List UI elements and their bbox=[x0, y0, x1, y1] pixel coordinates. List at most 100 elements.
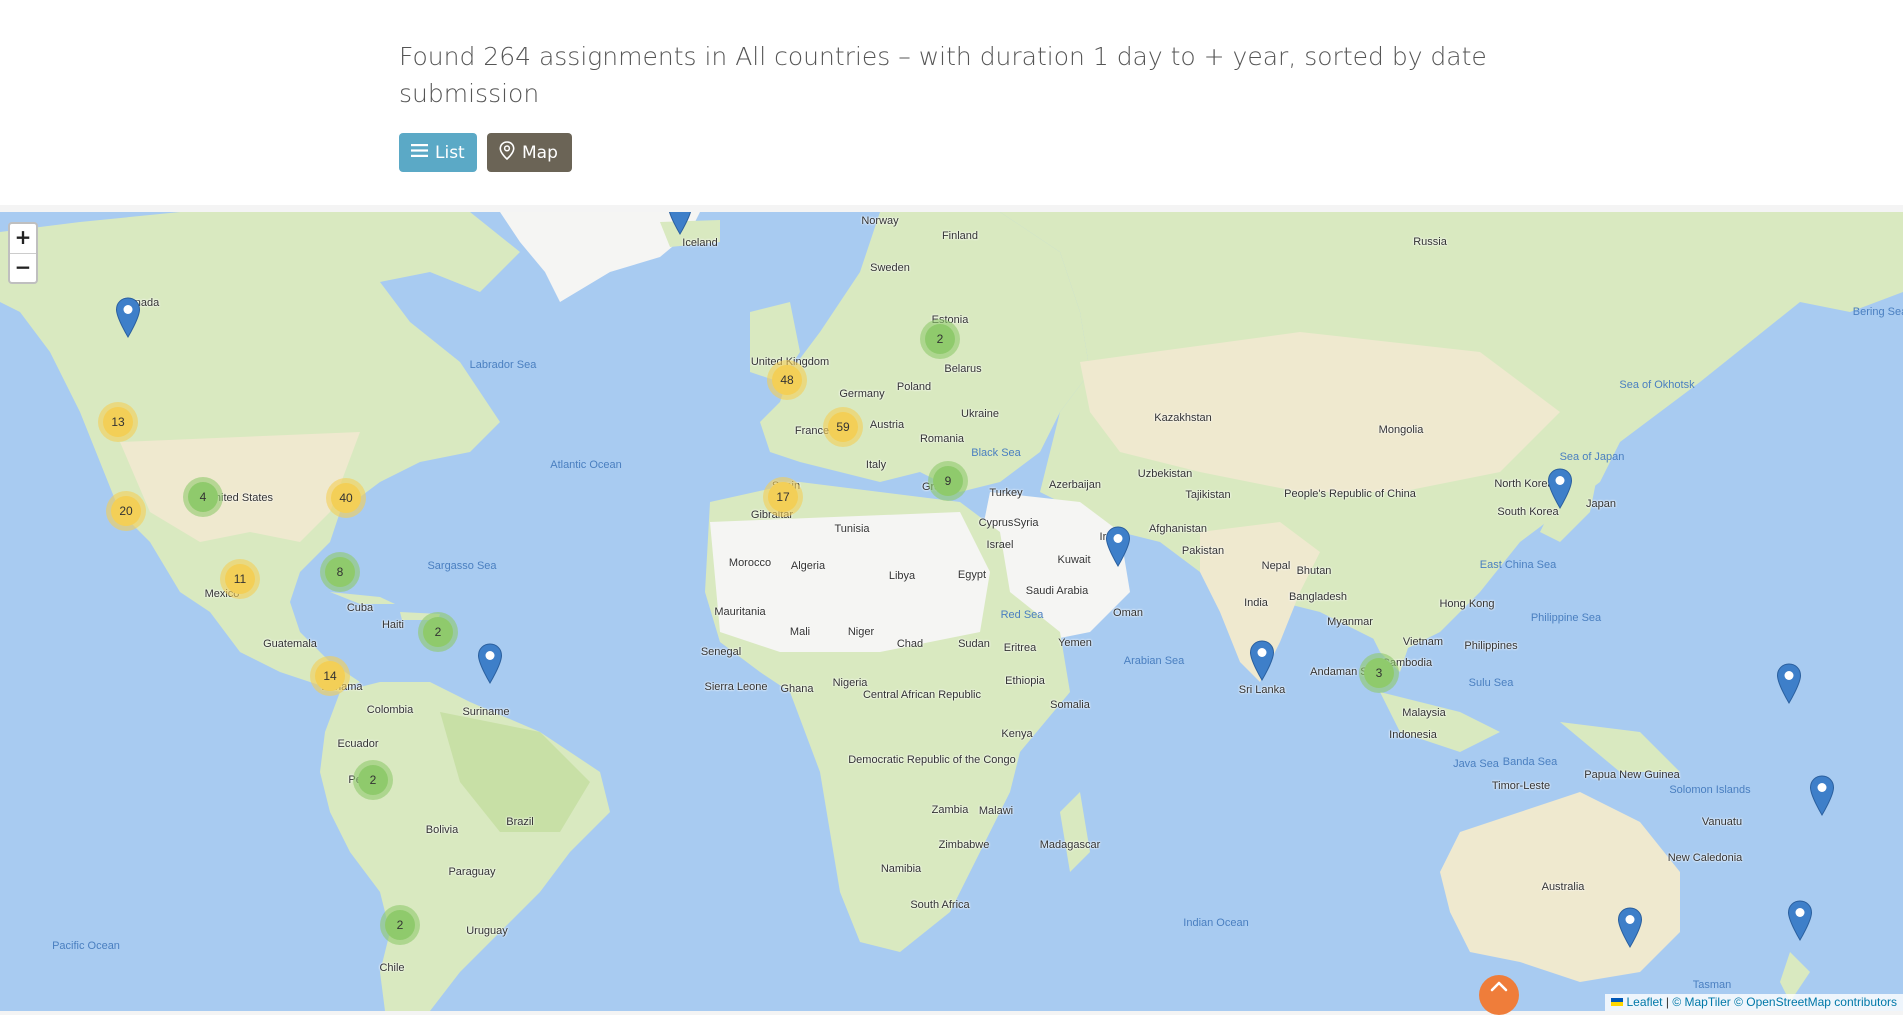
marker-cluster[interactable]: 48 bbox=[767, 360, 807, 400]
marker-cluster[interactable]: 2 bbox=[418, 612, 458, 652]
country-label: Uruguay bbox=[466, 925, 508, 937]
country-label: Egypt bbox=[957, 569, 987, 581]
marker-cluster[interactable]: 17 bbox=[763, 477, 803, 517]
location-marker-icon[interactable] bbox=[1809, 775, 1835, 816]
location-marker-icon[interactable] bbox=[1249, 640, 1275, 681]
country-label: Norway bbox=[861, 215, 899, 227]
country-label: Colombia bbox=[366, 704, 414, 716]
marker-cluster[interactable]: 40 bbox=[326, 478, 366, 518]
marker-cluster[interactable]: 14 bbox=[310, 656, 350, 696]
marker-cluster-count: 3 bbox=[1364, 658, 1394, 688]
country-label: Hong Kong bbox=[1439, 598, 1495, 610]
marker-cluster[interactable]: 9 bbox=[928, 461, 968, 501]
ocean-label: Labrador Sea bbox=[469, 359, 537, 371]
scroll-to-top-button[interactable] bbox=[1479, 975, 1519, 1015]
country-label: Indonesia bbox=[1389, 729, 1437, 741]
ocean-label: Banda Sea bbox=[1502, 756, 1558, 768]
location-marker-icon[interactable] bbox=[1787, 900, 1813, 941]
marker-cluster[interactable]: 13 bbox=[98, 402, 138, 442]
marker-cluster-count: 40 bbox=[331, 483, 361, 513]
country-label: Sweden bbox=[870, 262, 910, 274]
country-label: India bbox=[1244, 597, 1268, 609]
country-label: Mongolia bbox=[1378, 424, 1424, 436]
location-marker-icon[interactable] bbox=[1776, 663, 1802, 704]
marker-cluster[interactable]: 2 bbox=[920, 319, 960, 359]
ocean-label: Tasman bbox=[1692, 979, 1732, 991]
country-label: Democratic Republic of the Congo bbox=[848, 754, 1016, 766]
country-label: Kenya bbox=[1001, 728, 1033, 740]
ocean-label: Atlantic Ocean bbox=[550, 459, 622, 471]
marker-cluster[interactable]: 2 bbox=[353, 760, 393, 800]
ocean-label: Philippine Sea bbox=[1530, 612, 1602, 624]
ocean-label: Solomon Islands bbox=[1669, 784, 1751, 796]
map-attribution: Leaflet | © MapTiler © OpenStreetMap con… bbox=[1605, 994, 1903, 1011]
country-label: Russia bbox=[1413, 236, 1447, 248]
country-label: Yemen bbox=[1058, 637, 1092, 649]
country-label: Somalia bbox=[1050, 699, 1090, 711]
country-label: North Korea bbox=[1494, 478, 1554, 490]
country-label: Libya bbox=[888, 570, 916, 582]
country-label: Afghanistan bbox=[1148, 523, 1208, 535]
country-label: Zambia bbox=[931, 804, 969, 816]
maptiler-link[interactable]: © MapTiler bbox=[1672, 995, 1730, 1009]
marker-cluster-count: 2 bbox=[925, 324, 955, 354]
ocean-label: Red Sea bbox=[1000, 609, 1044, 621]
country-label: Ethiopia bbox=[1005, 675, 1045, 687]
results-summary-text: Found 264 assignments in All countries –… bbox=[399, 42, 1487, 108]
country-label: Sri Lanka bbox=[1238, 684, 1286, 696]
ocean-label: Bering Sea bbox=[1852, 306, 1903, 318]
country-label: Vanuatu bbox=[1701, 816, 1743, 828]
zoom-in-button[interactable]: + bbox=[10, 224, 36, 254]
location-marker-icon[interactable] bbox=[115, 297, 141, 338]
country-label: Timor-Leste bbox=[1491, 780, 1551, 792]
country-label: Vietnam bbox=[1402, 636, 1444, 648]
marker-cluster-count: 11 bbox=[225, 564, 255, 594]
marker-cluster-count: 2 bbox=[385, 910, 415, 940]
marker-cluster-count: 14 bbox=[315, 661, 345, 691]
location-marker-icon[interactable] bbox=[477, 643, 503, 684]
marker-cluster-count: 2 bbox=[358, 765, 388, 795]
location-marker-icon[interactable] bbox=[667, 212, 693, 235]
list-view-button[interactable]: List bbox=[399, 133, 477, 172]
marker-cluster[interactable]: 4 bbox=[183, 477, 223, 517]
country-label: Ghana bbox=[780, 683, 814, 695]
marker-cluster[interactable]: 59 bbox=[823, 407, 863, 447]
ocean-label: Indian Ocean bbox=[1183, 917, 1249, 929]
map-view-label: Map bbox=[522, 142, 558, 163]
marker-cluster[interactable]: 2 bbox=[380, 905, 420, 945]
country-label: Morocco bbox=[728, 557, 772, 569]
zoom-out-button[interactable]: − bbox=[10, 254, 36, 283]
country-label: Papua New Guinea bbox=[1584, 769, 1680, 781]
country-label: Austria bbox=[869, 419, 905, 431]
osm-link[interactable]: © OpenStreetMap contributors bbox=[1734, 995, 1897, 1009]
country-label: Tunisia bbox=[834, 523, 870, 535]
country-label: Israel bbox=[986, 539, 1014, 551]
country-label: Sierra Leone bbox=[704, 681, 768, 693]
location-marker-icon[interactable] bbox=[1105, 526, 1131, 567]
country-label: Guatemala bbox=[263, 638, 317, 650]
flag-icon bbox=[1611, 998, 1624, 1006]
country-label: Malaysia bbox=[1402, 707, 1446, 719]
results-header: Found 264 assignments in All countries –… bbox=[0, 0, 1903, 205]
country-label: Uzbekistan bbox=[1137, 468, 1193, 480]
country-label: Madagascar bbox=[1039, 839, 1101, 851]
world-map[interactable]: Atlantic Ocean Pacific Ocean Indian Ocean A… bbox=[0, 212, 1903, 1011]
location-marker-icon[interactable] bbox=[1617, 907, 1643, 948]
country-label: Japan bbox=[1586, 498, 1616, 510]
country-label: Bangladesh bbox=[1288, 591, 1348, 603]
ocean-label: Sea of Okhotsk bbox=[1619, 379, 1695, 391]
marker-cluster[interactable]: 3 bbox=[1359, 653, 1399, 693]
ocean-label: Java Sea bbox=[1453, 758, 1499, 770]
hamburger-icon bbox=[411, 143, 428, 163]
marker-cluster[interactable]: 11 bbox=[220, 559, 260, 599]
country-label: Paraguay bbox=[448, 866, 496, 878]
marker-cluster[interactable]: 8 bbox=[320, 552, 360, 592]
country-label: Oman bbox=[1113, 607, 1143, 619]
country-label: Azerbaijan bbox=[1049, 479, 1101, 491]
location-marker-icon[interactable] bbox=[1547, 468, 1573, 509]
ocean-label: Arabian Sea bbox=[1123, 655, 1185, 667]
leaflet-link[interactable]: Leaflet bbox=[1626, 995, 1662, 1009]
attribution-separator: | bbox=[1665, 995, 1669, 1009]
map-view-button[interactable]: Map bbox=[487, 133, 572, 172]
marker-cluster[interactable]: 20 bbox=[106, 491, 146, 531]
